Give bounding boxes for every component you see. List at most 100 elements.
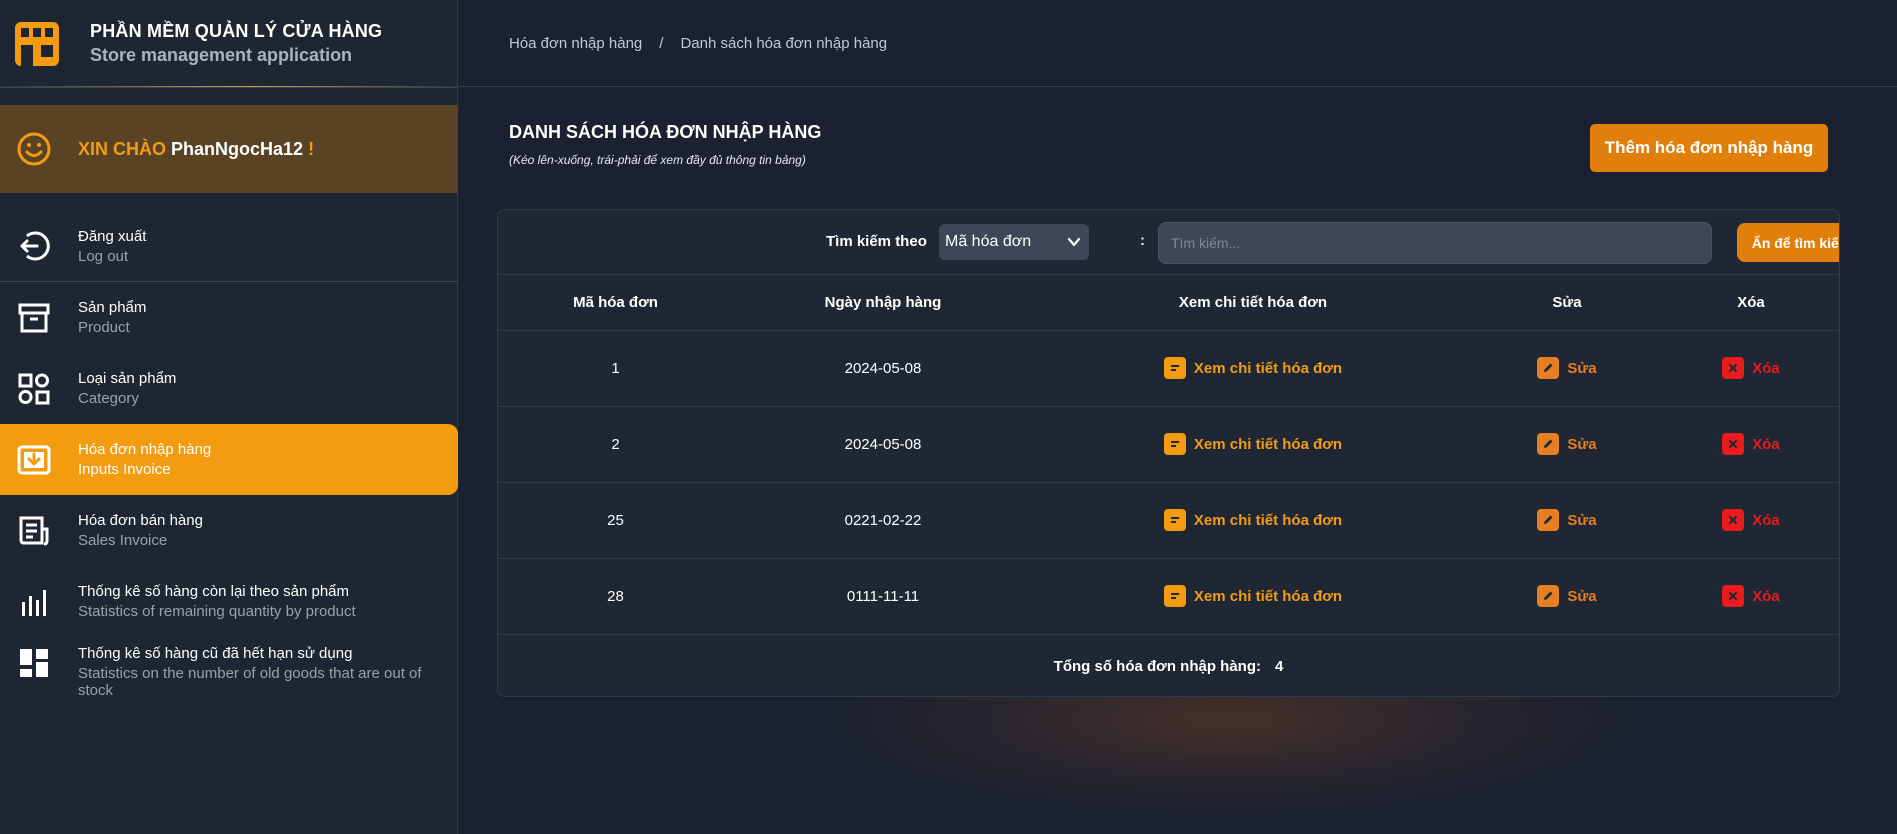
sidebar-item-remaining-stats[interactable]: Thống kê số hàng còn lại theo sản phẩm S… bbox=[0, 566, 458, 637]
close-icon bbox=[1722, 509, 1745, 531]
sidebar-item-label: Loại sản phẩm bbox=[78, 370, 177, 387]
breadcrumb-parent[interactable]: Hóa đơn nhập hàng bbox=[509, 35, 642, 52]
view-link-label: Xem chi tiết hóa đơn bbox=[1193, 435, 1343, 453]
breadcrumb-current: Danh sách hóa đơn nhập hàng bbox=[680, 34, 888, 52]
sidebar-item-label: Sản phẩm bbox=[78, 299, 147, 316]
view-link-label: Xem chi tiết hóa đơn bbox=[1193, 511, 1343, 529]
logout-icon bbox=[16, 228, 52, 264]
search-field-selected: Mã hóa đơn bbox=[945, 233, 1032, 250]
edit-button[interactable]: Sửa bbox=[1537, 433, 1597, 455]
search-field-select[interactable]: Mã hóa đơn bbox=[939, 224, 1089, 260]
dashboard-grid-icon bbox=[16, 645, 52, 681]
edit-button[interactable]: Sửa bbox=[1537, 509, 1597, 531]
cell-import-date: 0111-11-11 bbox=[733, 558, 1033, 635]
main-content: Hóa đơn nhập hàng / Danh sách hóa đơn nh… bbox=[459, 0, 1897, 834]
breadcrumb-separator: / bbox=[659, 34, 664, 52]
delete-label: Xóa bbox=[1752, 359, 1780, 377]
delete-label: Xóa bbox=[1752, 511, 1780, 529]
bar-chart-icon bbox=[16, 584, 52, 620]
smiley-icon bbox=[17, 132, 51, 166]
pencil-icon bbox=[1537, 585, 1560, 607]
view-link-label: Xem chi tiết hóa đơn bbox=[1193, 359, 1343, 377]
column-header-edit: Sửa bbox=[1473, 275, 1661, 331]
sidebar-item-label: Hóa đơn bán hàng bbox=[78, 512, 203, 529]
delete-button[interactable]: Xóa bbox=[1722, 585, 1780, 607]
view-invoice-detail-link[interactable]: Xem chi tiết hóa đơn bbox=[1163, 357, 1343, 379]
sidebar-item-sub: Log out bbox=[78, 247, 129, 265]
brand-header: PHẦN MỀM QUẢN LÝ CỬA HÀNG Store manageme… bbox=[0, 0, 457, 88]
table-row: 1 2024-05-08 Xem chi tiết hóa đơn Sửa Xó… bbox=[498, 330, 1839, 407]
total-count: 4 bbox=[1274, 657, 1284, 675]
close-icon bbox=[1722, 585, 1745, 607]
sidebar-item-category[interactable]: Loại sản phẩm Category bbox=[0, 353, 458, 424]
table-row: 25 0221-02-22 Xem chi tiết hóa đơn Sửa X… bbox=[498, 482, 1839, 559]
table-header-row: Mã hóa đơn Ngày nhập hàng Xem chi tiết h… bbox=[498, 275, 1839, 331]
sidebar-item-sub: Statistics of remaining quantity by prod… bbox=[78, 603, 356, 620]
page-title: DANH SÁCH HÓA ĐƠN NHẬP HÀNG bbox=[509, 122, 822, 142]
page-header: DANH SÁCH HÓA ĐƠN NHẬP HÀNG (Kéo lên-xuố… bbox=[509, 122, 821, 167]
sidebar-item-label: Thống kê số hàng cũ đã hết hạn sử dụng bbox=[78, 645, 353, 662]
view-invoice-detail-link[interactable]: Xem chi tiết hóa đơn bbox=[1163, 585, 1343, 607]
sidebar-item-sub: Product bbox=[78, 319, 130, 336]
sidebar-item-inputs-invoice[interactable]: Hóa đơn nhập hàng Inputs Invoice bbox=[0, 424, 458, 495]
table-row: 28 0111-11-11 Xem chi tiết hóa đơn Sửa X… bbox=[498, 558, 1839, 635]
sidebar-item-label: Đăng xuất bbox=[78, 227, 147, 245]
search-bar: Tìm kiếm theo Mã hóa đơn : Ấn để tìm kiế… bbox=[498, 210, 1839, 275]
edit-button[interactable]: Sửa bbox=[1537, 357, 1597, 379]
sidebar-item-sub: Inputs Invoice bbox=[78, 461, 171, 478]
pencil-icon bbox=[1537, 509, 1560, 531]
sidebar-item-sub: Statistics on the number of old goods th… bbox=[78, 665, 422, 699]
invoice-table-panel: Tìm kiếm theo Mã hóa đơn : Ấn để tìm kiế… bbox=[497, 209, 1840, 697]
sidebar-item-label: Thống kê số hàng còn lại theo sản phẩm bbox=[78, 583, 350, 600]
chevron-down-icon bbox=[1067, 237, 1081, 247]
delete-button[interactable]: Xóa bbox=[1722, 433, 1780, 455]
greeting-text: XIN CHÀO PhanNgocHa12 ! bbox=[78, 139, 314, 160]
view-invoice-detail-link[interactable]: Xem chi tiết hóa đơn bbox=[1163, 509, 1343, 531]
edit-label: Sửa bbox=[1567, 587, 1597, 605]
search-label: Tìm kiếm theo bbox=[826, 233, 927, 250]
sidebar-item-logout[interactable]: Đăng xuất Log out bbox=[0, 211, 458, 282]
search-button[interactable]: Ấn để tìm kiếm bbox=[1737, 223, 1839, 262]
total-label: Tổng số hóa đơn nhập hàng: bbox=[1053, 657, 1261, 675]
table-total: Tổng số hóa đơn nhập hàng: 4 bbox=[498, 635, 1839, 697]
sidebar-item-expired-stats[interactable]: Thống kê số hàng cũ đã hết hạn sử dụng S… bbox=[0, 637, 458, 727]
sidebar: PHẦN MỀM QUẢN LÝ CỬA HÀNG Store manageme… bbox=[0, 0, 458, 834]
app-subtitle: Store management application bbox=[90, 45, 353, 65]
cell-import-date: 0221-02-22 bbox=[733, 482, 1033, 559]
sidebar-item-sales-invoice[interactable]: Hóa đơn bán hàng Sales Invoice bbox=[0, 495, 458, 566]
table-row: 2 2024-05-08 Xem chi tiết hóa đơn Sửa Xó… bbox=[498, 406, 1839, 483]
column-header-id: Mã hóa đơn bbox=[498, 275, 733, 331]
document-icon bbox=[1163, 357, 1186, 379]
sidebar-item-label: Hóa đơn nhập hàng bbox=[78, 441, 212, 458]
sidebar-item-product[interactable]: Sản phẩm Product bbox=[0, 282, 458, 353]
document-icon bbox=[1163, 509, 1186, 531]
close-icon bbox=[1722, 433, 1745, 455]
app-title: PHẦN MỀM QUẢN LÝ CỬA HÀNG bbox=[90, 21, 383, 41]
edit-label: Sửa bbox=[1567, 435, 1597, 453]
archive-box-icon bbox=[16, 300, 52, 336]
cell-import-date: 2024-05-08 bbox=[733, 406, 1033, 483]
edit-button[interactable]: Sửa bbox=[1537, 585, 1597, 607]
document-icon bbox=[1163, 585, 1186, 607]
category-icon bbox=[16, 371, 52, 407]
page-hint: (Kéo lên-xuống, trái-phải để xem đầy đủ … bbox=[509, 153, 806, 167]
view-link-label: Xem chi tiết hóa đơn bbox=[1193, 587, 1343, 605]
view-invoice-detail-link[interactable]: Xem chi tiết hóa đơn bbox=[1163, 433, 1343, 455]
cell-invoice-id: 1 bbox=[498, 330, 733, 407]
search-input[interactable] bbox=[1158, 222, 1712, 264]
breadcrumb: Hóa đơn nhập hàng / Danh sách hóa đơn nh… bbox=[459, 0, 1897, 87]
sidebar-item-sub: Category bbox=[78, 390, 139, 407]
close-icon bbox=[1722, 357, 1745, 379]
cell-invoice-id: 28 bbox=[498, 558, 733, 635]
sidebar-nav: Đăng xuất Log out Sản phẩm Product Loại … bbox=[0, 211, 458, 727]
search-colon: : bbox=[1140, 232, 1145, 249]
delete-button[interactable]: Xóa bbox=[1722, 509, 1780, 531]
delete-button[interactable]: Xóa bbox=[1722, 357, 1780, 379]
greeting-banner: XIN CHÀO PhanNgocHa12 ! bbox=[0, 105, 458, 193]
add-input-invoice-button[interactable]: Thêm hóa đơn nhập hàng bbox=[1590, 124, 1828, 172]
delete-label: Xóa bbox=[1752, 435, 1780, 453]
pencil-icon bbox=[1537, 357, 1560, 379]
greeting-hello: XIN CHÀO bbox=[78, 138, 167, 159]
cell-invoice-id: 25 bbox=[498, 482, 733, 559]
receipt-icon bbox=[16, 513, 52, 549]
